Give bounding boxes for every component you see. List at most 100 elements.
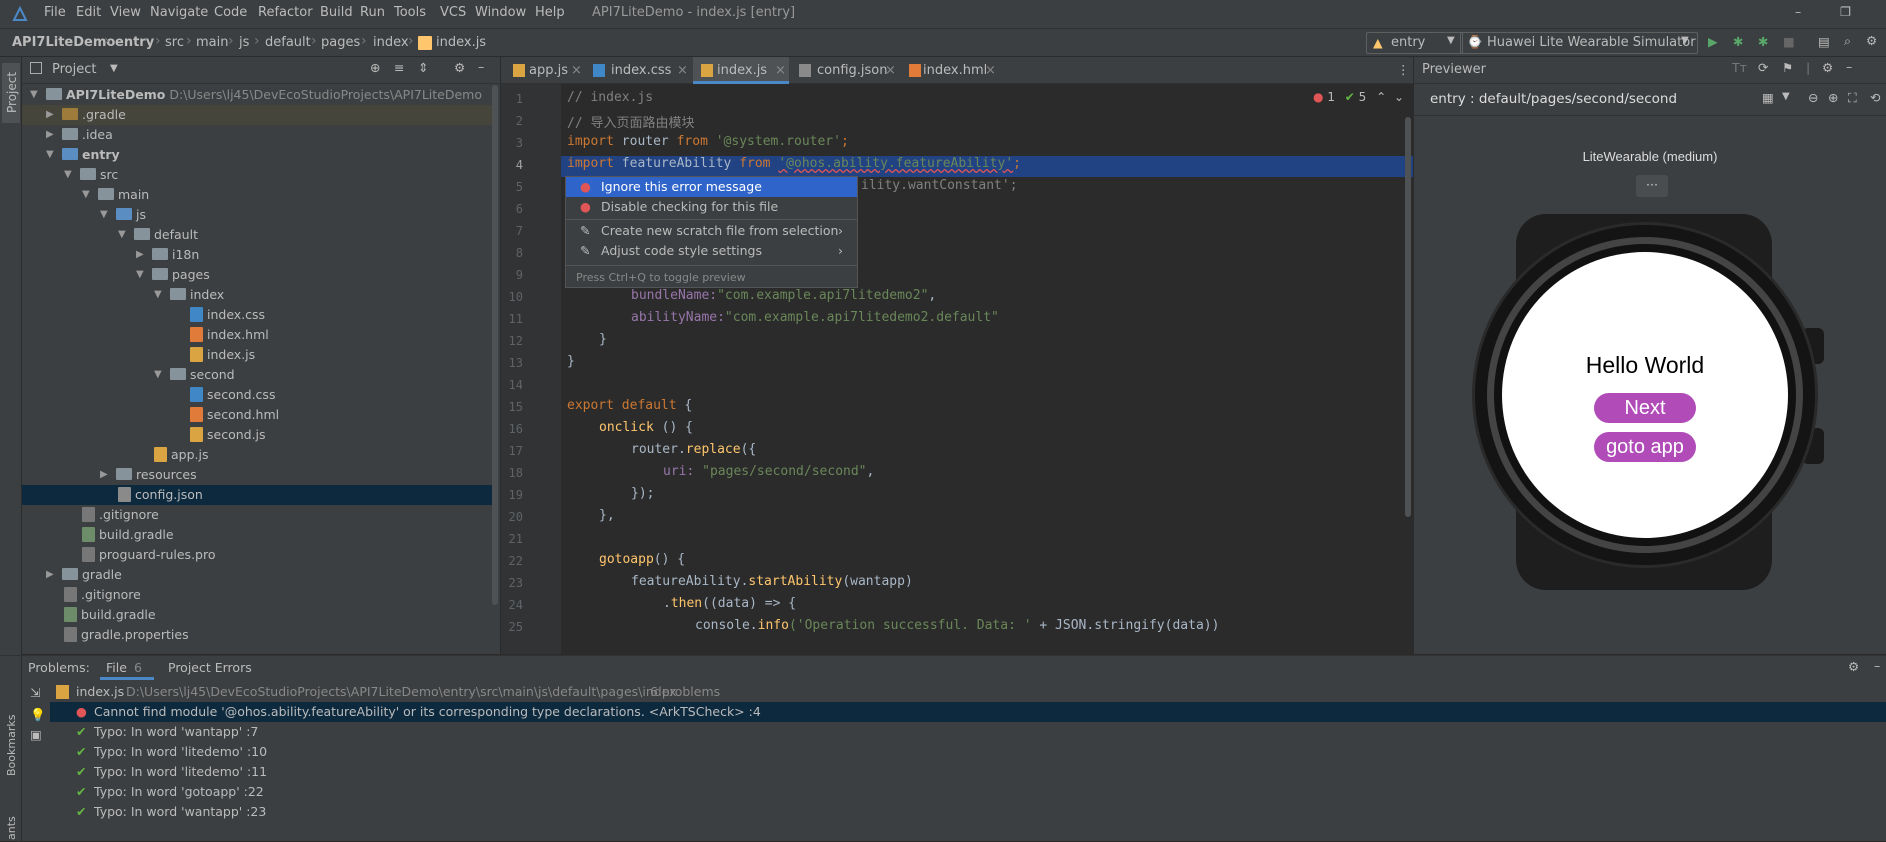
breadcrumb-item[interactable]: pages (321, 35, 360, 50)
settings-icon[interactable]: ⚙ (1866, 33, 1877, 48)
device-select[interactable]: ⌚ Huawei Lite Wearable Simulator ▼ (1460, 32, 1698, 54)
tree-item[interactable]: ▼ js (22, 205, 492, 225)
gear-icon[interactable]: ⚙ (454, 60, 465, 75)
expand-all-icon[interactable]: ⇕ (418, 60, 428, 75)
filter-icon[interactable]: ⚑ (1782, 60, 1793, 75)
close-icon[interactable]: × (677, 57, 688, 84)
project-tool-tab[interactable]: Project (2, 63, 20, 123)
tab-index-js[interactable]: index.js × (693, 57, 789, 84)
problem-file-row[interactable]: index.js D:\Users\lj45\DevEcoStudioProje… (50, 682, 1886, 702)
tree-item[interactable]: ▶ .gradle (22, 105, 492, 125)
popup-item-code-style[interactable]: ✎ Adjust code style settings › (566, 241, 857, 261)
stop-icon[interactable]: ■ (1783, 34, 1795, 49)
close-icon[interactable]: × (775, 57, 786, 84)
tab-config-json[interactable]: config.json × (791, 57, 897, 84)
tree-item[interactable]: second.hml (22, 405, 492, 425)
tree-item[interactable]: ▶ resources (22, 465, 492, 485)
menu-refactor[interactable]: Refactor (258, 5, 313, 20)
tree-item[interactable]: ▶ gradle (22, 565, 492, 585)
problem-error-row[interactable]: ● Cannot find module '@ohos.ability.feat… (50, 702, 1886, 722)
popup-item-scratch-file[interactable]: ✎ Create new scratch file from selection… (566, 221, 857, 241)
expand-icon[interactable]: ⇲ (30, 685, 40, 700)
structure-tool-label[interactable]: ants (5, 816, 18, 840)
tree-item[interactable]: index.css (22, 305, 492, 325)
problem-row[interactable]: ✔ Typo: In word 'litedemo' :11 (50, 762, 1886, 782)
breadcrumb-item[interactable]: index (373, 35, 409, 50)
run-icon[interactable]: ▶ (1708, 34, 1718, 49)
minimize-icon[interactable]: – (1795, 4, 1801, 19)
tab-file[interactable]: File 6 (100, 656, 154, 680)
refresh-icon[interactable]: ⟳ (1758, 60, 1768, 75)
next-button[interactable]: Next (1594, 393, 1696, 423)
tree-item[interactable]: ▼ pages (22, 265, 492, 285)
tree-item[interactable]: index.js (22, 345, 492, 365)
more-vertical-icon[interactable]: ⋮ (1397, 62, 1410, 77)
menu-file[interactable]: File (44, 5, 66, 20)
menu-help[interactable]: Help (535, 5, 565, 20)
collapse-all-icon[interactable]: ≡ (394, 60, 404, 75)
restore-icon[interactable]: ❐ (1840, 4, 1851, 19)
search-icon[interactable]: ⌕ (1844, 33, 1851, 49)
tree-item[interactable]: ▼ main (22, 185, 492, 205)
tree-item[interactable]: ▶ i18n (22, 245, 492, 265)
tree-item-selected[interactable]: config.json (22, 485, 492, 505)
close-icon[interactable]: × (885, 57, 896, 84)
tree-item[interactable]: build.gradle (22, 525, 492, 545)
chevron-down-icon[interactable]: ▼ (1782, 91, 1790, 102)
close-icon[interactable]: × (985, 57, 996, 84)
tab-index-css[interactable]: index.css × (585, 57, 691, 84)
tree-item[interactable]: ▼ index (22, 285, 492, 305)
breadcrumb-item[interactable]: src (165, 35, 184, 50)
problem-row[interactable]: ✔ Typo: In word 'wantapp' :23 (50, 802, 1886, 822)
tree-item[interactable]: ▼ src (22, 165, 492, 185)
grid-icon[interactable]: ▦ (1762, 90, 1774, 105)
bulb-icon[interactable]: 💡 (30, 707, 46, 723)
breadcrumb-item[interactable]: default (265, 35, 311, 50)
more-icon[interactable]: | (1806, 60, 1810, 75)
close-icon[interactable]: × (571, 57, 582, 84)
gear-icon[interactable]: ⚙ (1822, 60, 1833, 75)
tree-item[interactable]: ▼ second (22, 365, 492, 385)
tree-item[interactable]: ▶ .idea (22, 125, 492, 145)
tree-item[interactable]: .gitignore (22, 505, 492, 525)
scrollbar[interactable] (492, 85, 498, 605)
popup-item-ignore-error[interactable]: ● Ignore this error message (566, 177, 857, 197)
menu-build[interactable]: Build (320, 5, 353, 20)
popup-item-disable-checking[interactable]: ● Disable checking for this file (566, 197, 857, 217)
code-area[interactable]: // index.js // 导入页面路由模块 import router fr… (561, 84, 1413, 654)
menu-window[interactable]: Window (475, 5, 526, 20)
menu-edit[interactable]: Edit (76, 5, 101, 20)
menu-navigate[interactable]: Navigate (150, 5, 208, 20)
preview-icon[interactable]: ▣ (30, 727, 42, 742)
chevron-down-icon[interactable]: ▼ (110, 63, 118, 74)
tab-app-js[interactable]: app.js × (505, 57, 583, 84)
menu-run[interactable]: Run (360, 5, 385, 20)
hide-icon[interactable]: – (1874, 658, 1880, 673)
debug-icon[interactable]: ✱ (1733, 34, 1743, 49)
zoom-in-icon[interactable]: ⊕ (1828, 90, 1838, 105)
breadcrumb-item[interactable]: main (196, 35, 228, 50)
hide-icon[interactable]: – (478, 59, 484, 74)
tree-item[interactable]: app.js (22, 445, 492, 465)
breadcrumb-item[interactable]: js (239, 35, 249, 50)
fit-screen-icon[interactable]: ⛶ (1848, 90, 1857, 106)
zoom-out-icon[interactable]: ⊖ (1808, 90, 1818, 105)
tree-item[interactable]: build.gradle (22, 605, 492, 625)
tree-item[interactable]: proguard-rules.pro (22, 545, 492, 565)
sdk-manager-icon[interactable]: ▤ (1818, 34, 1830, 49)
breadcrumb-item[interactable]: index.js (436, 35, 486, 50)
tree-item[interactable]: second.css (22, 385, 492, 405)
tree-item[interactable]: gradle.properties (22, 625, 492, 645)
problem-row[interactable]: ✔ Typo: In word 'litedemo' :10 (50, 742, 1886, 762)
menu-tools[interactable]: Tools (394, 5, 426, 20)
menu-vcs[interactable]: VCS (440, 5, 466, 20)
problem-row[interactable]: ✔ Typo: In word 'wantapp' :7 (50, 722, 1886, 742)
locate-icon[interactable]: ⊕ (370, 60, 380, 75)
tab-project-errors[interactable]: Project Errors (168, 660, 252, 675)
menu-view[interactable]: View (110, 5, 141, 20)
gear-icon[interactable]: ⚙ (1848, 659, 1859, 674)
menu-code[interactable]: Code (214, 5, 247, 20)
scrollbar[interactable] (1405, 117, 1411, 517)
tree-item[interactable]: ▼ entry (22, 145, 492, 165)
tree-item[interactable]: .gitignore (22, 585, 492, 605)
